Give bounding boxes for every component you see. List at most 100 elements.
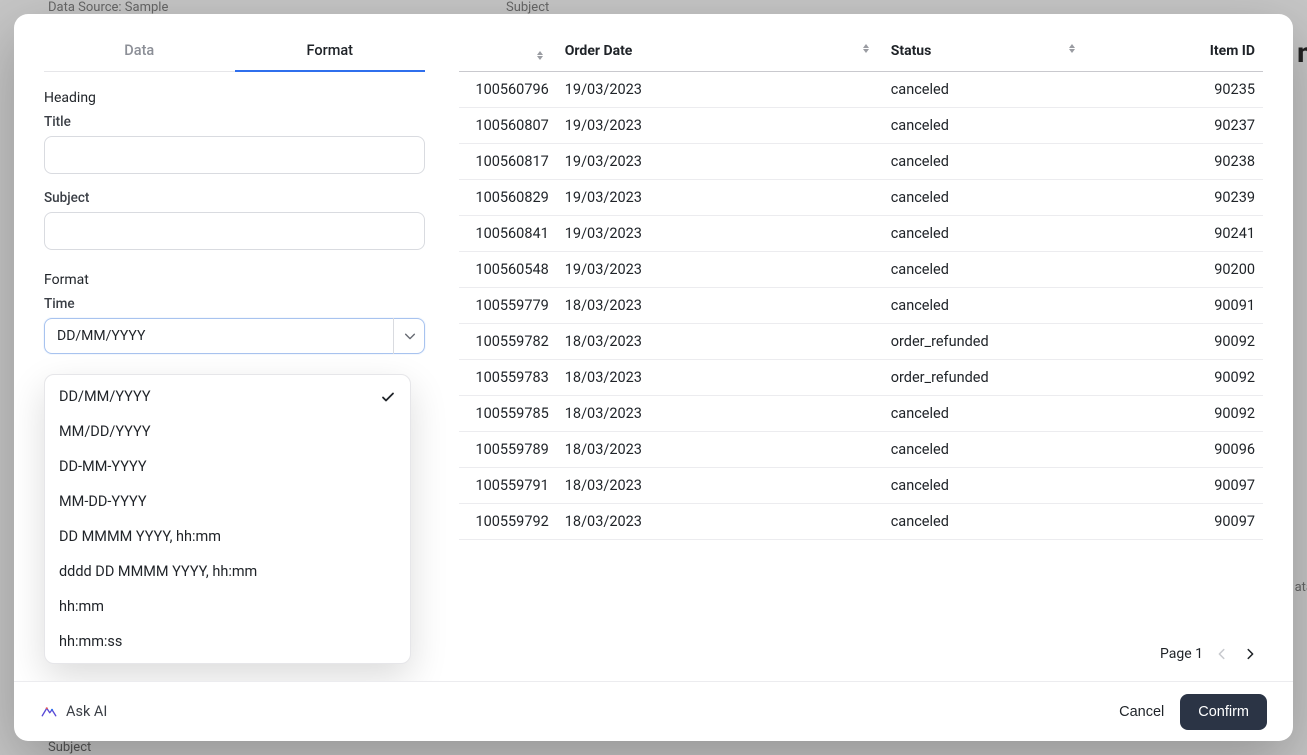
- cell-status: canceled: [883, 72, 1089, 108]
- tabs: Data Format: [44, 32, 425, 72]
- sort-icon: [863, 44, 869, 53]
- title-label: Title: [44, 114, 425, 130]
- dropdown-option-label: DD-MM-YYYY: [59, 458, 147, 475]
- dropdown-option[interactable]: DD/MM/YYYY: [45, 379, 410, 414]
- table-row: 10056082919/03/2023canceled90239: [459, 180, 1263, 216]
- col-header-2-label: Status: [891, 43, 932, 59]
- time-format-select[interactable]: DD/MM/YYYY: [44, 318, 425, 354]
- table-row: 10056084119/03/2023canceled90241: [459, 216, 1263, 252]
- ask-ai-button[interactable]: Ask AI: [40, 703, 107, 721]
- cell-item-id: 90097: [1089, 504, 1263, 540]
- cell-status: canceled: [883, 252, 1089, 288]
- cell-item-id: 90091: [1089, 288, 1263, 324]
- cell-id: 100559779: [459, 288, 557, 324]
- dropdown-option[interactable]: dddd DD MMMM YYYY, hh:mm: [45, 554, 410, 589]
- cell-id: 100559789: [459, 432, 557, 468]
- page-next-button[interactable]: [1241, 645, 1259, 663]
- page-label: Page 1: [1160, 646, 1203, 662]
- cell-item-id: 90239: [1089, 180, 1263, 216]
- cell-order-date: 19/03/2023: [557, 216, 883, 252]
- dropdown-option[interactable]: MM-DD-YYYY: [45, 484, 410, 519]
- dropdown-option[interactable]: DD-MM-YYYY: [45, 449, 410, 484]
- ask-ai-label: Ask AI: [66, 703, 107, 720]
- cell-status: canceled: [883, 504, 1089, 540]
- bg-data-source: Data Source: Sample: [48, 0, 168, 15]
- preview-panel: Order Date Status Item ID: [441, 14, 1293, 681]
- table-row: 10055977918/03/2023canceled90091: [459, 288, 1263, 324]
- table-row: 10055978218/03/2023order_refunded90092: [459, 324, 1263, 360]
- cell-item-id: 90237: [1089, 108, 1263, 144]
- cell-id: 100559782: [459, 324, 557, 360]
- dropdown-option-label: hh:mm: [59, 598, 104, 615]
- cell-id: 100559791: [459, 468, 557, 504]
- cell-order-date: 19/03/2023: [557, 144, 883, 180]
- cell-order-date: 18/03/2023: [557, 396, 883, 432]
- dropdown-option-label: DD/MM/YYYY: [59, 388, 151, 405]
- time-format-value: DD/MM/YYYY: [57, 328, 145, 344]
- dropdown-option[interactable]: hh:mm:ss: [45, 624, 410, 659]
- cell-status: canceled: [883, 108, 1089, 144]
- col-header-status[interactable]: Status: [883, 32, 1089, 72]
- check-icon: [380, 389, 396, 405]
- cell-item-id: 90092: [1089, 396, 1263, 432]
- cell-id: 100559785: [459, 396, 557, 432]
- cell-order-date: 19/03/2023: [557, 72, 883, 108]
- dropdown-option-label: hh:mm:ss: [59, 633, 122, 650]
- cell-order-date: 19/03/2023: [557, 108, 883, 144]
- cell-item-id: 90096: [1089, 432, 1263, 468]
- table-row: 10056054819/03/2023canceled90200: [459, 252, 1263, 288]
- sparkle-icon: [40, 703, 58, 721]
- col-header-order-date[interactable]: Order Date: [557, 32, 883, 72]
- subject-label: Subject: [44, 190, 425, 206]
- tab-data[interactable]: Data: [44, 32, 235, 71]
- cell-item-id: 90092: [1089, 324, 1263, 360]
- title-input[interactable]: [44, 136, 425, 174]
- chevron-down-icon[interactable]: [393, 318, 425, 354]
- cell-id: 100560807: [459, 108, 557, 144]
- bg-partial-heading: n: [1297, 36, 1307, 69]
- cell-item-id: 90097: [1089, 468, 1263, 504]
- cell-id: 100560817: [459, 144, 557, 180]
- col-sort-0[interactable]: [459, 32, 557, 72]
- bg-subject-label: Subject: [506, 0, 549, 15]
- col-header-1-label: Order Date: [565, 43, 633, 59]
- cell-id: 100560829: [459, 180, 557, 216]
- cell-id: 100560796: [459, 72, 557, 108]
- cell-order-date: 18/03/2023: [557, 360, 883, 396]
- table-row: 10056081719/03/2023canceled90238: [459, 144, 1263, 180]
- pagination: Page 1: [459, 631, 1263, 663]
- cell-status: order_refunded: [883, 324, 1089, 360]
- cell-order-date: 19/03/2023: [557, 180, 883, 216]
- cell-status: canceled: [883, 468, 1089, 504]
- cell-item-id: 90238: [1089, 144, 1263, 180]
- table-row: 10055979118/03/2023canceled90097: [459, 468, 1263, 504]
- dropdown-option-label: MM/DD/YYYY: [59, 423, 151, 440]
- cell-status: order_refunded: [883, 360, 1089, 396]
- cell-order-date: 18/03/2023: [557, 468, 883, 504]
- cell-id: 100559792: [459, 504, 557, 540]
- dropdown-option[interactable]: DD MMMM YYYY, hh:mm: [45, 519, 410, 554]
- cell-order-date: 18/03/2023: [557, 288, 883, 324]
- cell-status: canceled: [883, 216, 1089, 252]
- confirm-button[interactable]: Confirm: [1180, 694, 1267, 730]
- cell-id: 100559783: [459, 360, 557, 396]
- cell-status: canceled: [883, 288, 1089, 324]
- table-row: 10055979218/03/2023canceled90097: [459, 504, 1263, 540]
- dropdown-option[interactable]: MM/DD/YYYY: [45, 414, 410, 449]
- cell-item-id: 90092: [1089, 360, 1263, 396]
- subject-input[interactable]: [44, 212, 425, 250]
- cell-order-date: 18/03/2023: [557, 432, 883, 468]
- table-row: 10056079619/03/2023canceled90235: [459, 72, 1263, 108]
- table-row: 10055978918/03/2023canceled90096: [459, 432, 1263, 468]
- table-row: 10055978518/03/2023canceled90092: [459, 396, 1263, 432]
- col-header-3-label: Item ID: [1210, 43, 1255, 59]
- sort-icon: [537, 51, 543, 60]
- data-table: Order Date Status Item ID: [459, 32, 1263, 540]
- dropdown-option[interactable]: hh:mm: [45, 589, 410, 624]
- cell-status: canceled: [883, 396, 1089, 432]
- cancel-button[interactable]: Cancel: [1103, 694, 1180, 730]
- page-prev-button[interactable]: [1213, 645, 1231, 663]
- tab-format[interactable]: Format: [235, 32, 426, 71]
- dropdown-option-label: dddd DD MMMM YYYY, hh:mm: [59, 563, 257, 580]
- col-header-item-id[interactable]: Item ID: [1089, 32, 1263, 72]
